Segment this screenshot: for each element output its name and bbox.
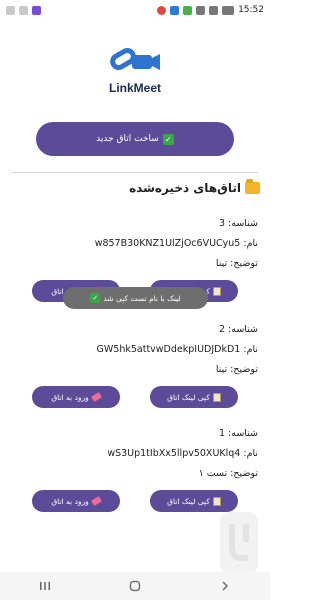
saved-rooms-header: اتاق‌های ذخیره‌شده xyxy=(129,179,260,195)
app-logo: LinkMeet xyxy=(94,28,176,110)
room-name: نام: GW5hk5attvwDdekpIUDJDkD1 xyxy=(96,344,258,355)
eraser-icon xyxy=(90,496,102,506)
check-icon: ✓ xyxy=(162,133,174,145)
room-actions: کپی لینک اتاق ورود به اتاق xyxy=(32,386,238,408)
enter-room-button[interactable]: ورود به اتاق xyxy=(32,386,120,408)
folder-icon xyxy=(245,179,260,194)
enter-room-label: ورود به اتاق xyxy=(51,392,89,402)
create-room-label: ساخت اتاق جدید xyxy=(96,134,159,144)
room-name: نام: w857B30KNZ1UlZjOc6VUCyu5 xyxy=(94,238,258,249)
app-icon xyxy=(183,5,193,15)
link-logo-icon xyxy=(110,48,160,70)
divider xyxy=(12,172,258,173)
system-nav-bar xyxy=(0,572,270,600)
saved-rooms-title: اتاق‌های ذخیره‌شده xyxy=(129,181,241,195)
store-watermark-icon xyxy=(220,512,258,574)
logo-wordmark: LinkMeet xyxy=(108,81,161,95)
copy-link-label: کپی لینک اتاق xyxy=(167,496,210,506)
notification-icon xyxy=(6,5,15,15)
back-icon[interactable] xyxy=(215,576,235,596)
clipboard-icon xyxy=(212,286,221,296)
copy-link-label: کپی لینک اتاق xyxy=(167,392,210,402)
create-room-button[interactable]: ✓ ساخت اتاق جدید xyxy=(36,122,234,156)
eraser-icon xyxy=(90,392,102,402)
recents-icon[interactable] xyxy=(35,576,55,596)
room-description: توضیح: تینا xyxy=(215,258,258,269)
status-time: 15:52 xyxy=(238,5,264,15)
room-card: شناسه: 3 نام: w857B30KNZ1UlZjOc6VUCyu5 ت… xyxy=(0,218,270,338)
room-id: شناسه: 1 xyxy=(218,428,258,439)
room-name: نام: wS3Up1tIbXx5llpv50XUKlq4 xyxy=(107,448,258,459)
signal-icon xyxy=(209,5,219,15)
status-notifications xyxy=(6,5,41,15)
clipboard-icon xyxy=(212,392,221,402)
wifi-icon xyxy=(196,5,206,15)
battery-icon xyxy=(222,5,235,15)
app-icon xyxy=(32,5,41,15)
check-icon: ✓ xyxy=(90,293,101,303)
room-description: توضیح: تینا xyxy=(215,364,258,375)
notification-icon xyxy=(19,5,28,15)
status-bar: 15:52 xyxy=(0,0,270,20)
room-id: شناسه: 3 xyxy=(218,218,258,229)
toast-text: لینک با نام تست کپی شد xyxy=(103,293,181,303)
enter-room-button[interactable]: ورود به اتاق xyxy=(32,490,120,512)
status-indicators: 15:52 xyxy=(157,5,264,15)
room-id: شناسه: 2 xyxy=(218,324,258,335)
room-card: شناسه: 2 نام: GW5hk5attvwDdekpIUDJDkD1 ت… xyxy=(0,324,270,444)
room-actions: کپی لینک اتاق ورود به اتاق xyxy=(32,490,238,512)
copy-link-button[interactable]: کپی لینک اتاق xyxy=(150,386,238,408)
record-icon xyxy=(157,5,167,15)
app-icon xyxy=(170,5,180,15)
clipboard-icon xyxy=(212,496,221,506)
home-icon[interactable] xyxy=(125,576,145,596)
enter-room-label: ورود به اتاق xyxy=(51,496,89,506)
toast-message: لینک با نام تست کپی شد ✓ xyxy=(63,287,208,309)
room-description: توضیح: تست ۱ xyxy=(198,468,258,479)
